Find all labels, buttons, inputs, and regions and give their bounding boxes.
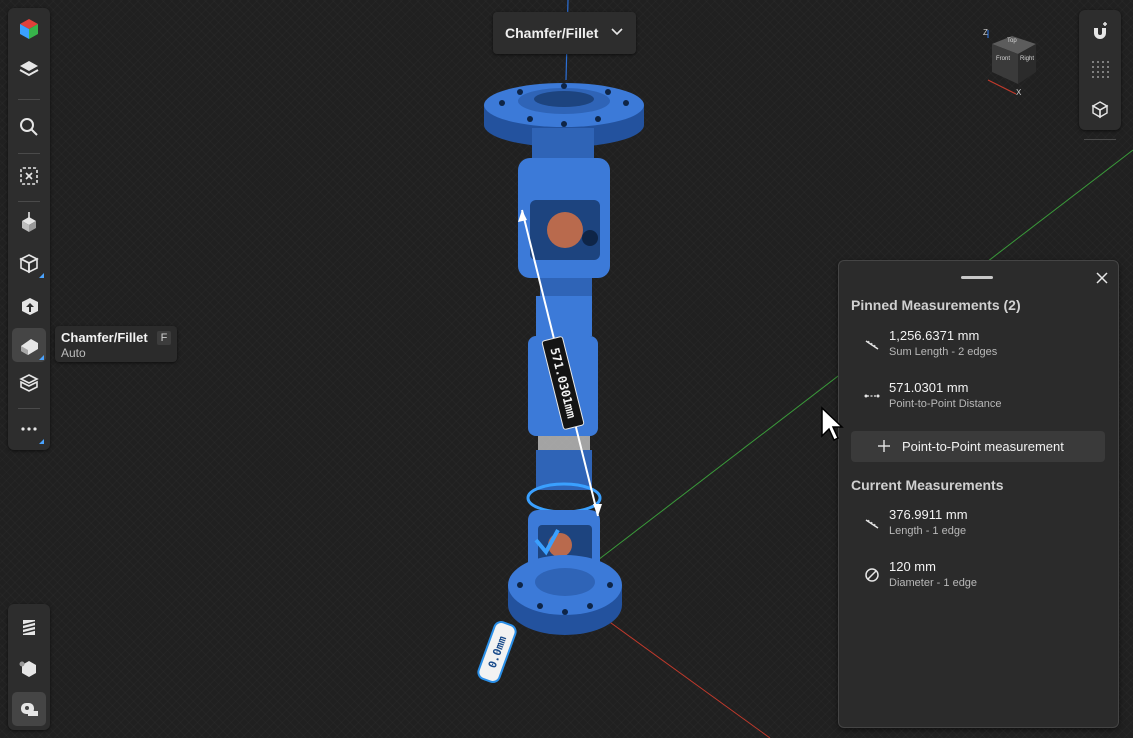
measure-button[interactable] bbox=[12, 692, 46, 726]
length-icon bbox=[865, 340, 879, 350]
view-cube-front[interactable]: Front bbox=[996, 56, 1010, 62]
move-button[interactable] bbox=[12, 206, 46, 240]
tooltip-title: Chamfer/Fillet bbox=[61, 330, 148, 345]
current-measurement-item[interactable]: 120 mm Diameter - 1 edge bbox=[851, 556, 1113, 596]
cube-color-icon bbox=[20, 19, 38, 39]
toolbar-separator bbox=[18, 153, 40, 154]
measurement-value: 120 mm bbox=[889, 559, 936, 574]
chamfer-fillet-icon bbox=[21, 339, 38, 355]
move-icon bbox=[22, 212, 36, 232]
measurement-desc: Point-to-Point Distance bbox=[889, 398, 1002, 410]
body-button[interactable] bbox=[12, 652, 46, 686]
search-icon bbox=[20, 118, 38, 136]
origin-cube-icon bbox=[1091, 101, 1109, 119]
measurement-value: 571.0301 mm bbox=[889, 380, 969, 395]
panel-drag-handle[interactable] bbox=[961, 276, 993, 279]
bottom-flange bbox=[508, 555, 622, 635]
plus-icon bbox=[878, 440, 890, 452]
measurement-desc: Diameter - 1 edge bbox=[889, 577, 978, 589]
mouse-cursor-icon bbox=[821, 406, 844, 442]
magnet-icon bbox=[1094, 22, 1107, 39]
grid-button[interactable] bbox=[1083, 52, 1117, 86]
chevron-down-icon bbox=[611, 28, 623, 36]
pinned-measurements-title: Pinned Measurements (2) bbox=[851, 297, 1021, 313]
dimension-short-text: 0.0mm bbox=[485, 634, 509, 670]
push-pull-button[interactable] bbox=[12, 288, 46, 322]
tape-measure-icon bbox=[21, 703, 38, 716]
upper-yoke bbox=[518, 128, 610, 298]
mode-dropdown[interactable]: Chamfer/Fillet bbox=[493, 12, 636, 54]
right-toolbar bbox=[1079, 10, 1121, 130]
select-button[interactable] bbox=[12, 159, 46, 193]
tooltip-shortcut: F bbox=[157, 331, 171, 345]
layers-icon bbox=[19, 61, 39, 77]
measurement-value: 1,256.6371 mm bbox=[889, 328, 980, 343]
grid-icon bbox=[1092, 61, 1109, 78]
pull-icon bbox=[19, 254, 39, 274]
mode-dropdown-label: Chamfer/Fillet bbox=[505, 25, 599, 41]
close-icon[interactable] bbox=[1093, 269, 1111, 287]
toolbar-separator bbox=[18, 99, 40, 100]
point-to-point-measurement-button[interactable]: Point-to-Point measurement bbox=[851, 431, 1105, 462]
pull-button[interactable] bbox=[12, 246, 46, 280]
view-cube-top[interactable]: Top bbox=[1007, 38, 1017, 44]
submenu-indicator bbox=[39, 439, 44, 444]
diameter-icon bbox=[865, 568, 879, 582]
axis-z-label: Z bbox=[983, 28, 988, 37]
appearance-button[interactable] bbox=[12, 12, 46, 46]
current-measurements-title: Current Measurements bbox=[851, 477, 1004, 493]
chamfer-fillet-button[interactable] bbox=[12, 328, 46, 362]
snap-button[interactable] bbox=[1083, 14, 1117, 48]
hexagon-icon bbox=[19, 661, 36, 677]
point-distance-icon bbox=[864, 394, 880, 398]
measurement-desc: Length - 1 edge bbox=[889, 525, 967, 537]
left-bottom-toolbar bbox=[8, 604, 50, 730]
toolbar-separator bbox=[18, 201, 40, 202]
search-button[interactable] bbox=[12, 110, 46, 144]
view-cube-right[interactable]: Right bbox=[1020, 56, 1034, 62]
push-pull-icon bbox=[22, 298, 38, 315]
section-button[interactable] bbox=[12, 610, 46, 644]
more-icon bbox=[21, 427, 37, 431]
left-toolbar bbox=[8, 8, 50, 450]
shell-button[interactable] bbox=[12, 366, 46, 400]
shell-icon bbox=[19, 374, 39, 392]
more-tools-button[interactable] bbox=[12, 412, 46, 446]
tooltip-subtitle: Auto bbox=[61, 346, 86, 360]
current-measurement-item[interactable]: 376.9911 mm Length - 1 edge bbox=[851, 504, 1113, 544]
x-axis-line bbox=[599, 614, 771, 738]
axis-x-label: X bbox=[1016, 88, 1022, 97]
tool-tooltip: Chamfer/Fillet F Auto bbox=[55, 326, 177, 362]
point-to-point-button-label: Point-to-Point measurement bbox=[902, 439, 1064, 454]
toolbar-separator bbox=[18, 408, 40, 409]
measurements-panel: Pinned Measurements (2) 1,256.6371 mm Su… bbox=[838, 260, 1119, 728]
pinned-measurement-item[interactable]: 571.0301 mm Point-to-Point Distance bbox=[851, 377, 1113, 417]
measurement-desc: Sum Length - 2 edges bbox=[889, 346, 998, 358]
measurement-value: 376.9911 mm bbox=[889, 507, 968, 522]
submenu-indicator bbox=[39, 355, 44, 360]
pinned-measurement-item[interactable]: 1,256.6371 mm Sum Length - 2 edges bbox=[851, 325, 1113, 365]
origin-button[interactable] bbox=[1083, 92, 1117, 126]
submenu-indicator bbox=[39, 273, 44, 278]
view-cube[interactable]: Top Front Right Z X bbox=[980, 28, 1042, 98]
select-box-icon bbox=[20, 167, 38, 185]
right-toolbar-separator bbox=[1084, 139, 1116, 140]
stripes-icon bbox=[22, 620, 36, 635]
layers-button[interactable] bbox=[12, 52, 46, 86]
length-icon bbox=[865, 519, 879, 529]
